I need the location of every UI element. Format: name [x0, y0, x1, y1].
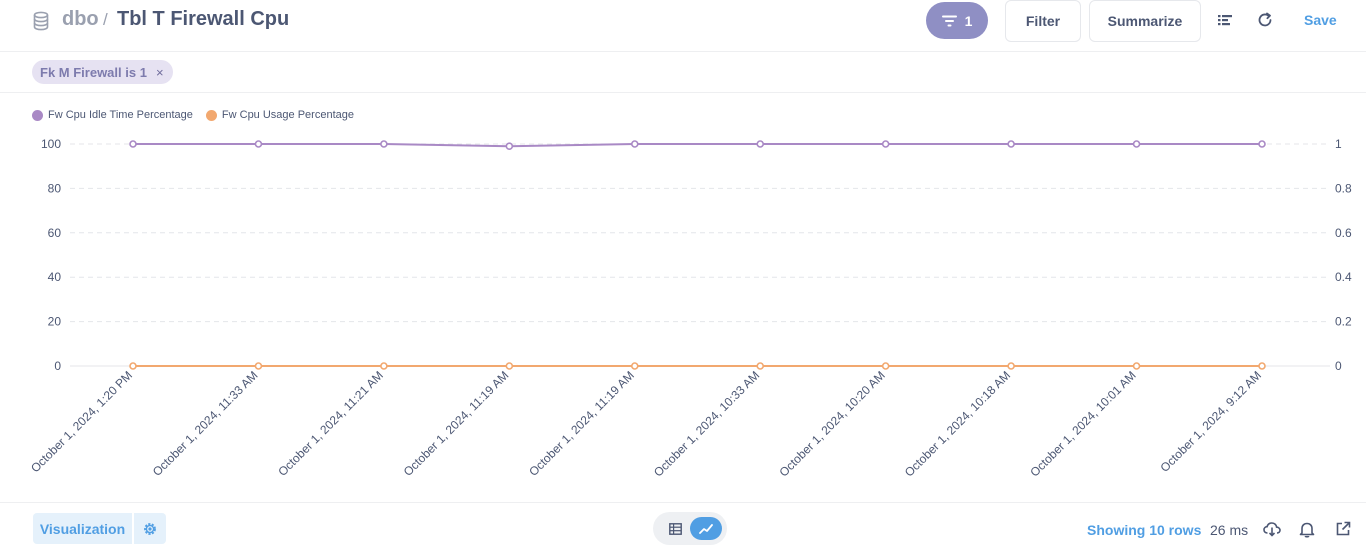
x-tick-label: October 1, 2024, 1:20 PM [28, 368, 135, 475]
download-icon[interactable] [1263, 520, 1281, 538]
filter-pill[interactable]: Fk M Firewall is 1 × [32, 60, 173, 84]
filter-pill-bar: Fk M Firewall is 1 × [0, 52, 1366, 93]
y-left-tick-label: 40 [48, 270, 62, 284]
x-tick-label: October 1, 2024, 11:19 AM [526, 368, 637, 479]
x-tick-label: October 1, 2024, 10:18 AM [902, 368, 1013, 479]
table-view-toggle[interactable] [660, 517, 690, 540]
y-left-tick-label: 80 [48, 181, 62, 195]
data-point [1132, 140, 1141, 148]
filter-button[interactable]: Filter [1005, 0, 1081, 42]
legend-dot-usage [205, 109, 217, 121]
legend-item-usage[interactable]: Fw Cpu Usage Percentage [205, 109, 354, 121]
summarize-button[interactable]: Summarize [1089, 0, 1201, 42]
visualization-button[interactable]: Visualization [33, 513, 132, 544]
query-header: dbo / Tbl T Firewall Cpu 1 Filter Summar… [0, 0, 1366, 52]
table-icon [668, 522, 682, 535]
data-point [756, 140, 765, 148]
y-left-tick-label: 0 [54, 359, 61, 373]
y-right-tick-label: 1 [1335, 137, 1342, 151]
data-point [380, 140, 388, 148]
x-tick-label: October 1, 2024, 10:01 AM [1027, 368, 1138, 479]
query-footer: Visualization Showing 10 rows 26 ms [0, 502, 1366, 551]
data-point [129, 140, 137, 148]
gear-icon [144, 522, 156, 535]
database-icon [33, 11, 49, 31]
y-left-tick-label: 60 [48, 226, 62, 240]
data-point [505, 142, 514, 151]
data-point [881, 362, 890, 370]
y-left-tick-label: 100 [41, 137, 61, 151]
notebook-editor-icon[interactable] [1216, 11, 1234, 29]
page-title[interactable]: Tbl T Firewall Cpu [117, 8, 289, 31]
data-point [756, 362, 765, 370]
filter-pill-label: Fk M Firewall is 1 [40, 64, 147, 80]
share-external-icon[interactable] [1334, 520, 1352, 538]
data-point [254, 362, 263, 370]
series-line-1 [133, 143, 1262, 148]
breadcrumb-database[interactable]: dbo [62, 8, 99, 31]
data-point [1258, 140, 1266, 148]
x-tick-label: October 1, 2024, 11:21 AM [275, 368, 386, 479]
x-tick-label: October 1, 2024, 10:33 AM [651, 368, 762, 479]
data-point [254, 140, 263, 148]
y-right-tick-label: 0.2 [1335, 315, 1352, 329]
row-count[interactable]: Showing 10 rows [1087, 522, 1201, 538]
chart-legend: Fw Cpu Idle Time Percentage Fw Cpu Usage… [32, 109, 354, 121]
data-point [505, 362, 514, 370]
view-toggle [653, 512, 727, 545]
x-tick-label: October 1, 2024, 10:20 AM [776, 368, 887, 479]
data-point [380, 362, 388, 370]
y-left-tick-label: 20 [48, 315, 62, 329]
breadcrumb-separator: / [103, 10, 108, 29]
y-right-tick-label: 0 [1335, 359, 1342, 373]
data-point [881, 140, 890, 148]
data-point [630, 140, 639, 148]
filter-count-button[interactable]: 1 [926, 2, 988, 39]
legend-item-idle[interactable]: Fw Cpu Idle Time Percentage [32, 109, 193, 121]
refresh-icon[interactable] [1256, 11, 1274, 29]
query-timing: 26 ms [1210, 522, 1249, 538]
legend-label-usage: Fw Cpu Usage Percentage [221, 109, 354, 121]
line-chart: 0 20 40 60 80 100 0 0.2 0.4 0.6 0.8 1 October 1, 202… [28, 137, 1352, 480]
legend-label-idle: Fw Cpu Idle Time Percentage [48, 109, 193, 121]
y-right-tick-label: 0.4 [1335, 270, 1352, 284]
bell-icon[interactable] [1298, 520, 1316, 538]
data-point [630, 362, 639, 370]
y-right-tick-label: 0.6 [1335, 226, 1352, 240]
filter-icon [941, 15, 957, 26]
data-point [1007, 362, 1015, 370]
y-right-tick-label: 0.8 [1335, 181, 1352, 195]
data-point [129, 362, 137, 370]
legend-dot-idle [32, 109, 43, 121]
data-point [1258, 362, 1266, 370]
filter-count: 1 [964, 12, 973, 29]
chart-view-toggle[interactable] [690, 517, 722, 540]
visualization-settings-button[interactable] [134, 513, 166, 544]
data-point [1132, 362, 1141, 370]
x-tick-label: October 1, 2024, 11:33 AM [150, 368, 261, 479]
line-chart-icon [699, 523, 713, 534]
data-point [1007, 140, 1015, 148]
x-tick-label: October 1, 2024, 11:19 AM [401, 368, 512, 479]
close-icon[interactable]: × [156, 65, 164, 80]
x-tick-label: October 1, 2024, 9:12 AM [1158, 368, 1265, 475]
save-button[interactable]: Save [1304, 12, 1337, 28]
